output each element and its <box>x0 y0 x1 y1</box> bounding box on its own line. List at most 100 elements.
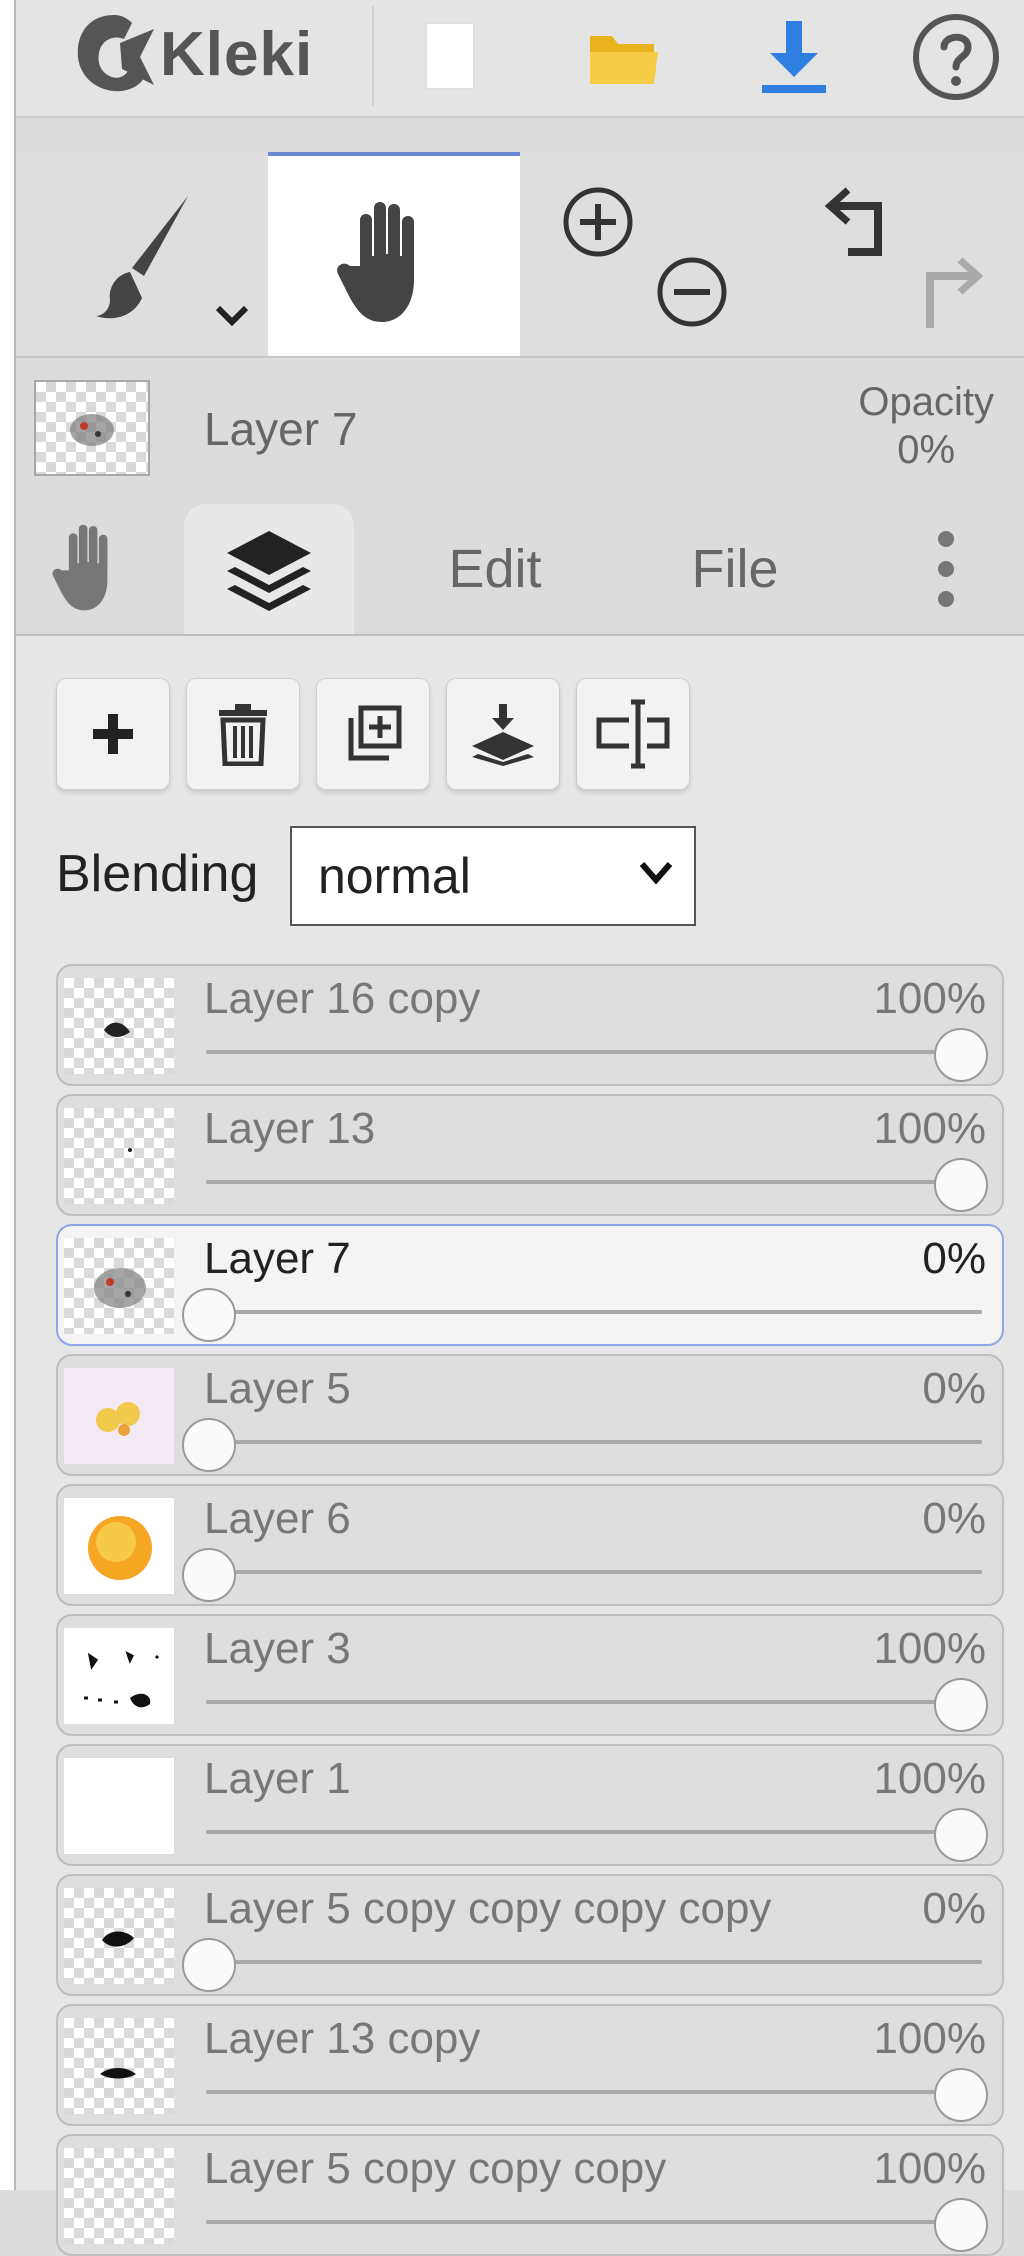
layer-name: Layer 7 <box>204 1234 351 1283</box>
layer-thumbnail <box>64 978 174 1074</box>
opacity-slider[interactable] <box>206 1830 982 1834</box>
download-button[interactable] <box>734 10 854 104</box>
brush-tool-button[interactable] <box>16 152 266 356</box>
layer-item[interactable]: Layer 13 100% <box>56 1094 1004 1216</box>
layer-name: Layer 13 copy <box>204 2014 481 2063</box>
opacity-slider-handle[interactable] <box>182 1938 236 1992</box>
history-buttons <box>754 152 1024 356</box>
layer-item[interactable]: Layer 16 copy 100% <box>56 964 1004 1086</box>
opacity-slider-handle[interactable] <box>934 2068 988 2122</box>
download-icon <box>762 21 826 93</box>
opacity-slider-handle[interactable] <box>182 1288 236 1342</box>
opacity-slider-handle[interactable] <box>934 2198 988 2252</box>
zoom-in-icon[interactable] <box>558 182 638 262</box>
plus-icon <box>93 714 133 754</box>
layer-thumbnail <box>64 1498 174 1594</box>
opacity-slider-handle[interactable] <box>934 1028 988 1082</box>
opacity-slider[interactable] <box>206 1310 982 1314</box>
layer-preview-image <box>102 1931 134 1947</box>
tab-hand[interactable] <box>36 504 146 634</box>
duplicate-icon <box>348 705 402 761</box>
tab-layers[interactable] <box>184 504 354 634</box>
top-bar: Kleki <box>16 0 1024 118</box>
layer-name: Layer 6 <box>204 1494 351 1543</box>
new-file-icon <box>425 22 475 90</box>
opacity-slider-handle[interactable] <box>934 1158 988 1212</box>
layer-item[interactable]: Layer 3 100% <box>56 1614 1004 1736</box>
tool-row <box>16 152 1024 358</box>
help-icon <box>913 14 999 100</box>
blending-value: normal <box>318 848 471 904</box>
layer-item[interactable]: Layer 5 copy copy copy 100% <box>56 2134 1004 2256</box>
layer-opacity: 100% <box>873 1754 986 1803</box>
canvas-edge <box>0 0 16 2190</box>
layer-name: Layer 3 <box>204 1624 351 1673</box>
layer-item[interactable]: Layer 13 copy 100% <box>56 2004 1004 2126</box>
layer-opacity: 0% <box>922 1364 986 1413</box>
opacity-slider[interactable] <box>206 2220 982 2224</box>
more-menu-button[interactable] <box>906 504 986 634</box>
layer-opacity: 100% <box>873 1104 986 1153</box>
layer-opacity: 100% <box>873 1624 986 1673</box>
layer-opacity: 0% <box>922 1494 986 1543</box>
layer-opacity: 0% <box>922 1234 986 1283</box>
layer-name: Layer 1 <box>204 1754 351 1803</box>
layer-preview-image <box>96 1402 140 1436</box>
hand-icon <box>337 202 414 322</box>
layer-item[interactable]: Layer 7 0% <box>56 1224 1004 1346</box>
current-layer-info: Layer 7 Opacity 0% <box>16 358 1024 486</box>
more-vertical-icon <box>938 531 954 607</box>
divider <box>372 6 374 106</box>
layer-thumbnail <box>64 2148 174 2244</box>
trash-icon <box>219 704 267 766</box>
opacity-slider[interactable] <box>206 2090 982 2094</box>
redo-icon[interactable] <box>910 252 1000 342</box>
layer-preview-image <box>100 2068 136 2079</box>
add-layer-button[interactable] <box>56 678 170 790</box>
hand-tool-button[interactable] <box>268 152 520 356</box>
duplicate-layer-button[interactable] <box>316 678 430 790</box>
opacity-slider[interactable] <box>206 1180 982 1184</box>
merge-down-button[interactable] <box>446 678 560 790</box>
layer-item[interactable]: Layer 5 copy copy copy copy 0% <box>56 1874 1004 1996</box>
layer-thumbnail <box>64 2018 174 2114</box>
tab-edit[interactable]: Edit <box>400 504 590 634</box>
layer-preview-image <box>84 1651 160 1708</box>
current-layer-opacity: Opacity 0% <box>858 378 994 474</box>
current-layer-name: Layer 7 <box>204 403 358 455</box>
blending-select[interactable]: normal <box>290 826 696 926</box>
opacity-slider[interactable] <box>206 1050 982 1054</box>
layer-item[interactable]: Layer 1 100% <box>56 1744 1004 1866</box>
layer-thumbnail <box>64 1888 174 1984</box>
layer-opacity: 0% <box>922 1884 986 1933</box>
rename-icon <box>596 699 670 769</box>
opacity-slider[interactable] <box>206 1700 982 1704</box>
opacity-slider-handle[interactable] <box>934 1678 988 1732</box>
zoom-out-icon[interactable] <box>652 252 732 332</box>
opacity-slider[interactable] <box>206 1440 982 1444</box>
opacity-slider[interactable] <box>206 1570 982 1574</box>
opacity-slider-handle[interactable] <box>934 1808 988 1862</box>
brush-icon <box>96 196 188 319</box>
opacity-slider[interactable] <box>206 1960 982 1964</box>
tab-file[interactable]: File <box>650 504 820 634</box>
kleki-logo[interactable]: Kleki <box>70 4 370 104</box>
panel-tabs: Edit File <box>16 504 1024 636</box>
rename-layer-button[interactable] <box>576 678 690 790</box>
current-layer-thumbnail <box>34 380 150 476</box>
new-image-button[interactable] <box>390 10 510 104</box>
opacity-slider-handle[interactable] <box>182 1548 236 1602</box>
layer-preview-image <box>128 1148 132 1152</box>
opacity-slider-handle[interactable] <box>182 1418 236 1472</box>
delete-layer-button[interactable] <box>186 678 300 790</box>
layer-item[interactable]: Layer 5 0% <box>56 1354 1004 1476</box>
open-file-button[interactable] <box>564 10 684 104</box>
layer-preview-image <box>104 1022 130 1037</box>
help-button[interactable] <box>896 10 1016 104</box>
layer-name: Layer 5 <box>204 1364 351 1413</box>
chevron-down-icon[interactable] <box>212 300 252 330</box>
undo-icon[interactable] <box>818 182 908 272</box>
layers-panel: Blending normal Layer 16 copy 100% Layer… <box>16 636 1024 2256</box>
layer-item[interactable]: Layer 6 0% <box>56 1484 1004 1606</box>
layers-icon <box>227 531 311 611</box>
